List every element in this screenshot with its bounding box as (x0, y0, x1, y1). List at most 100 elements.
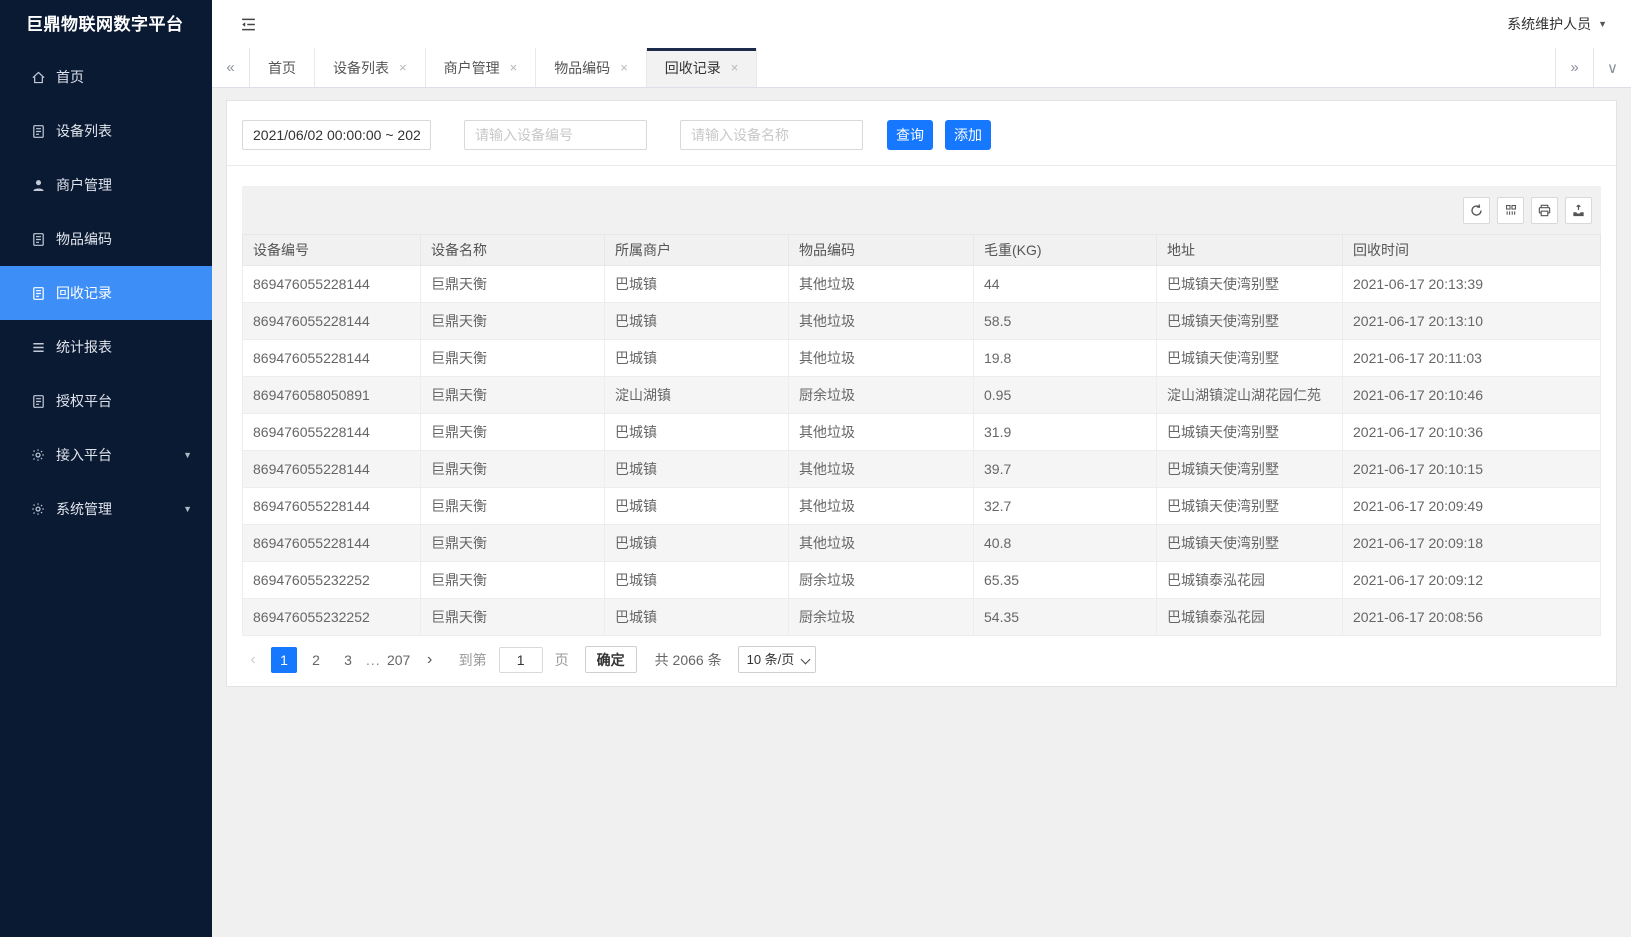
page-content: 查询 添加 设备编号设备名称所属商户物品编码毛重(KG)地址回收时间 86947… (212, 88, 1631, 937)
columns-button[interactable] (1497, 197, 1524, 224)
sidebar-item-home[interactable]: 首页 (0, 50, 212, 104)
sidebar-item-recycle-records[interactable]: 回收记录 (0, 266, 212, 320)
column-header: 回收时间 (1343, 235, 1601, 266)
date-range-input[interactable] (242, 120, 431, 150)
table-row: 869476055232252巨鼎天衡巴城镇厨余垃圾54.35巴城镇泰泓花园20… (243, 599, 1601, 636)
tab-label: 物品编码 (554, 58, 610, 78)
sidebar-item-label: 授权平台 (56, 391, 112, 411)
close-icon[interactable]: × (510, 61, 518, 74)
caret-down-icon: ▼ (183, 450, 192, 460)
table-cell: 巴城镇天使湾别墅 (1157, 303, 1343, 340)
tabs-scroll-right-icon[interactable]: » (1555, 48, 1593, 87)
table-cell: 其他垃圾 (789, 303, 974, 340)
tab-item-code[interactable]: 物品编码 × (536, 48, 647, 87)
add-button[interactable]: 添加 (945, 120, 991, 150)
tab-label: 首页 (268, 58, 296, 78)
table-cell: 巴城镇天使湾别墅 (1157, 266, 1343, 303)
table-cell: 2021-06-17 20:10:36 (1343, 414, 1601, 451)
sidebar-item-access-platform[interactable]: 接入平台▼ (0, 428, 212, 482)
table-row: 869476055232252巨鼎天衡巴城镇厨余垃圾65.35巴城镇泰泓花园20… (243, 562, 1601, 599)
column-header: 物品编码 (789, 235, 974, 266)
tab-home[interactable]: 首页 (250, 48, 315, 87)
sidebar-item-item-code[interactable]: 物品编码 (0, 212, 212, 266)
tab-recycle-records[interactable]: 回收记录 × (647, 48, 758, 87)
table-toolbar (242, 186, 1601, 234)
table-cell: 巴城镇天使湾别墅 (1157, 340, 1343, 377)
page-size-select[interactable]: 10 条/页 (738, 646, 816, 673)
table-cell: 巨鼎天衡 (421, 303, 605, 340)
sidebar-item-auth-platform[interactable]: 授权平台 (0, 374, 212, 428)
table-cell: 巴城镇 (605, 599, 789, 636)
table-cell: 2021-06-17 20:11:03 (1343, 340, 1601, 377)
table-cell: 巨鼎天衡 (421, 451, 605, 488)
table-cell: 巴城镇 (605, 451, 789, 488)
table-header: 设备编号设备名称所属商户物品编码毛重(KG)地址回收时间 (243, 235, 1601, 266)
tab-device-list[interactable]: 设备列表× (315, 48, 426, 87)
page-number-207[interactable]: 207 (386, 647, 412, 673)
table-cell: 巴城镇 (605, 562, 789, 599)
filter-bar: 查询 添加 (227, 101, 1616, 166)
table-row: 869476055228144巨鼎天衡巴城镇其他垃圾40.8巴城镇天使湾别墅20… (243, 525, 1601, 562)
sidebar-item-merchant-mgmt[interactable]: 商户管理 (0, 158, 212, 212)
tabs-actions-icon[interactable]: ∨ (1593, 48, 1631, 87)
print-button[interactable] (1531, 197, 1558, 224)
table-cell: 巨鼎天衡 (421, 414, 605, 451)
query-button[interactable]: 查询 (887, 120, 933, 150)
tab-label: 回收记录 (665, 58, 721, 78)
table-row: 869476055228144巨鼎天衡巴城镇其他垃圾31.9巴城镇天使湾别墅20… (243, 414, 1601, 451)
close-icon[interactable]: × (399, 61, 407, 74)
tabs-scroll-left-icon[interactable]: « (212, 48, 250, 87)
table-cell: 其他垃圾 (789, 525, 974, 562)
table-section: 设备编号设备名称所属商户物品编码毛重(KG)地址回收时间 86947605522… (242, 186, 1601, 636)
table-cell: 巴城镇天使湾别墅 (1157, 414, 1343, 451)
refresh-button[interactable] (1463, 197, 1490, 224)
table-cell: 869476055228144 (243, 414, 421, 451)
close-icon[interactable]: × (620, 61, 628, 74)
sidebar-item-system-mgmt[interactable]: 系统管理▼ (0, 482, 212, 536)
tab-label: 商户管理 (444, 58, 500, 78)
table-cell: 32.7 (974, 488, 1157, 525)
export-icon (1571, 203, 1586, 218)
table-cell: 869476058050891 (243, 377, 421, 414)
tab-merchant-mgmt[interactable]: 商户管理 × (426, 48, 537, 87)
table-row: 869476055228144巨鼎天衡巴城镇其他垃圾32.7巴城镇天使湾别墅20… (243, 488, 1601, 525)
doc-icon (30, 285, 46, 301)
caret-down-icon: ▼ (183, 504, 192, 514)
sidebar-item-device-list[interactable]: 设备列表 (0, 104, 212, 158)
table-cell: 2021-06-17 20:09:49 (1343, 488, 1601, 525)
device-id-input[interactable] (464, 120, 647, 150)
sidebar-item-stats-report[interactable]: 统计报表 (0, 320, 212, 374)
goto-confirm-button[interactable]: 确定 (585, 646, 637, 673)
table-cell: 2021-06-17 20:13:39 (1343, 266, 1601, 303)
table-cell: 巴城镇 (605, 340, 789, 377)
records-panel: 查询 添加 设备编号设备名称所属商户物品编码毛重(KG)地址回收时间 86947… (226, 100, 1617, 687)
table-row: 869476058050891巨鼎天衡淀山湖镇厨余垃圾0.95淀山湖镇淀山湖花园… (243, 377, 1601, 414)
goto-page-input[interactable] (499, 647, 543, 673)
app-title: 巨鼎物联网数字平台 (0, 0, 212, 50)
table-cell: 869476055232252 (243, 562, 421, 599)
table-cell: 巴城镇 (605, 525, 789, 562)
sidebar-item-label: 统计报表 (56, 337, 112, 357)
prev-page-icon[interactable]: ‹ (242, 651, 264, 669)
device-name-input[interactable] (680, 120, 863, 150)
table-cell: 2021-06-17 20:09:18 (1343, 525, 1601, 562)
export-button[interactable] (1565, 197, 1592, 224)
home-icon (30, 69, 46, 85)
sidebar-menu: 首页设备列表商户管理物品编码回收记录统计报表授权平台接入平台▼系统管理▼ (0, 50, 212, 536)
columns-icon (1504, 203, 1518, 217)
table-cell: 2021-06-17 20:10:46 (1343, 377, 1601, 414)
menu-fold-icon[interactable] (240, 16, 257, 33)
goto-label: 到第 (459, 650, 487, 670)
doc-icon (30, 123, 46, 139)
page-number-2[interactable]: 2 (303, 647, 329, 673)
close-icon[interactable]: × (731, 61, 739, 74)
table-cell: 其他垃圾 (789, 340, 974, 377)
pagination: ‹ 123...207 › 到第 页 确定 共 2066 条 10 条/页 (227, 636, 1616, 673)
table-cell: 巴城镇 (605, 414, 789, 451)
table-cell: 39.7 (974, 451, 1157, 488)
page-number-1[interactable]: 1 (271, 647, 297, 673)
user-menu[interactable]: 系统维护人员 ▼ (1507, 14, 1607, 34)
user-name: 系统维护人员 (1507, 14, 1591, 34)
page-number-3[interactable]: 3 (335, 647, 361, 673)
next-page-icon[interactable]: › (419, 651, 441, 669)
